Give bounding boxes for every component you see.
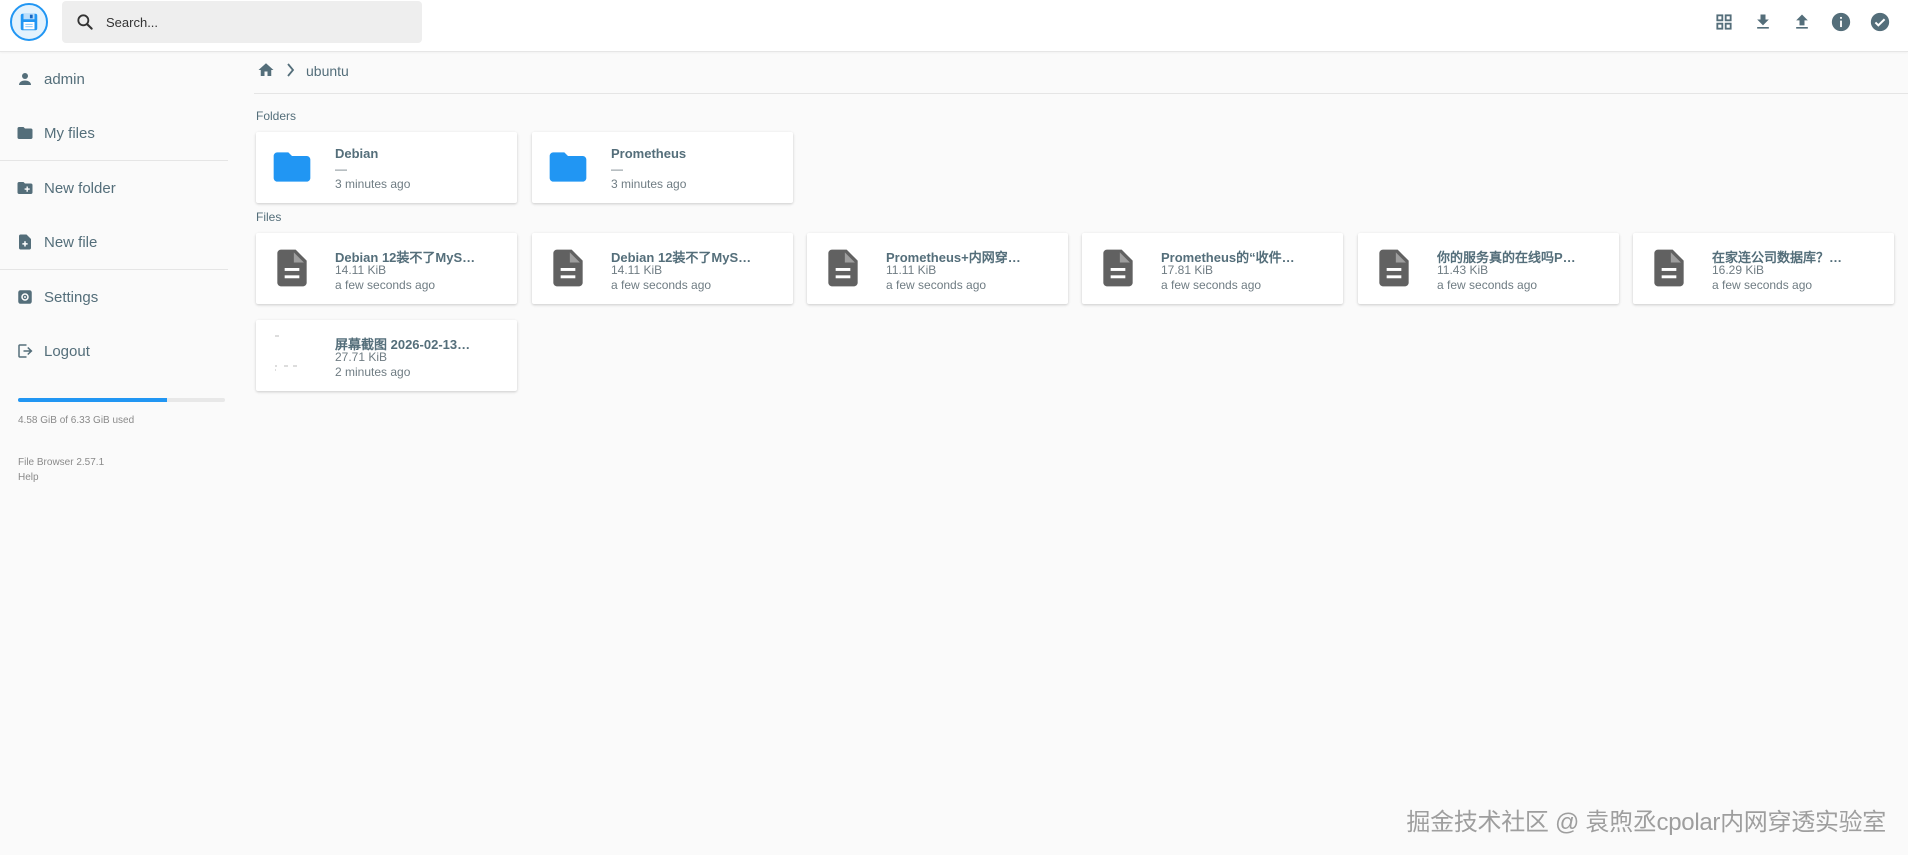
file-size: 16.29 KiB: [1712, 263, 1765, 277]
file-size: 11.43 KiB: [1437, 263, 1489, 277]
sidebar-item-label: New file: [44, 233, 98, 251]
file-card[interactable]: Debian 12装不了MyS… 14.11 KiB a few seconds…: [532, 233, 793, 304]
file-icon: [267, 243, 317, 293]
sidebar: admin My files New folder New file Setti…: [0, 52, 240, 485]
download-icon: [1757, 14, 1769, 29]
quota-text: 4.58 GiB of 6.33 GiB used: [18, 415, 135, 426]
check-circle-icon: [1870, 12, 1890, 32]
file-modified: a few seconds ago: [1712, 278, 1813, 292]
file-card[interactable]: Debian 12装不了MyS… 14.11 KiB a few seconds…: [256, 233, 517, 304]
grid-icon: [1716, 14, 1732, 30]
watermark-text: 掘金技术社区 @ 袁煦丞cpolar内网穿透实验室: [1406, 809, 1886, 836]
search-input[interactable]: [106, 14, 406, 30]
file-icon: [543, 243, 593, 293]
file-modified: a few seconds ago: [1161, 278, 1262, 292]
file-icon: [818, 243, 868, 293]
file-icon: [1093, 243, 1143, 293]
quota-progress-fill: [18, 398, 168, 402]
header: [0, 0, 1908, 52]
file-size: 11.11 KiB: [886, 263, 937, 277]
folder-icon: [543, 142, 593, 192]
file-modified: a few seconds ago: [886, 278, 987, 292]
sidebar-item-my-files[interactable]: My files: [0, 106, 240, 160]
version-text: File Browser 2.57.1: [18, 457, 105, 468]
folder-modified: 3 minutes ago: [611, 177, 687, 191]
sidebar-item-label: Logout: [44, 342, 90, 360]
folder-size: —: [611, 162, 623, 176]
file-card[interactable]: 屏幕截图 2026-02-13… 27.71 KiB 2 minutes ago: [256, 320, 517, 391]
file-size: 14.11 KiB: [611, 263, 663, 277]
file-size: 27.71 KiB: [335, 350, 388, 364]
folder-modified: 3 minutes ago: [335, 177, 411, 191]
sidebar-item-label: My files: [44, 124, 95, 142]
sidebar-item-new-folder[interactable]: New folder: [0, 161, 240, 215]
sidebar-item-label: New folder: [44, 179, 116, 197]
help-link[interactable]: Help: [18, 470, 240, 485]
floppy-disk-icon: [20, 13, 38, 31]
sidebar-item-label: admin: [44, 70, 85, 88]
view-mode-button[interactable]: [1712, 10, 1736, 34]
upload-button[interactable]: [1790, 10, 1814, 34]
folder-name: Prometheus: [611, 146, 687, 161]
settings-icon: [15, 287, 35, 307]
folder-icon: [15, 123, 35, 143]
folder-size: —: [335, 162, 347, 176]
home-icon[interactable]: [256, 61, 276, 82]
app-logo[interactable]: [10, 3, 48, 41]
person-icon: [15, 69, 35, 89]
storage-quota: 4.58 GiB of 6.33 GiB used: [18, 398, 225, 426]
logout-icon: [15, 341, 35, 361]
credits: File Browser 2.57.1 Help: [18, 455, 240, 485]
file-icon: [1644, 243, 1694, 293]
file-card[interactable]: 在家连公司数据库？… 16.29 KiB a few seconds ago: [1633, 233, 1894, 304]
sidebar-item-settings[interactable]: Settings: [0, 270, 240, 324]
header-actions: [1712, 10, 1892, 34]
sidebar-item-logout[interactable]: Logout: [0, 324, 240, 378]
note-add-icon: [15, 232, 35, 252]
file-card[interactable]: Prometheus的“收件… 17.81 KiB a few seconds …: [1082, 233, 1343, 304]
sidebar-item-label: Settings: [44, 288, 99, 306]
file-modified: 2 minutes ago: [335, 365, 411, 379]
search-icon: [77, 14, 93, 30]
files-section-title: Files: [256, 210, 282, 224]
folders-section-title: Folders: [256, 109, 297, 123]
info-button[interactable]: [1829, 10, 1853, 34]
chevron-right-icon: [286, 62, 296, 80]
file-modified: a few seconds ago: [611, 278, 712, 292]
info-icon: [1831, 12, 1851, 32]
sidebar-item-new-file[interactable]: New file: [0, 215, 240, 269]
download-button[interactable]: [1751, 10, 1775, 34]
file-modified: a few seconds ago: [1437, 278, 1538, 292]
folder-name: Debian: [335, 146, 379, 161]
breadcrumb-divider: [254, 93, 1908, 94]
file-modified: a few seconds ago: [335, 278, 436, 292]
search-bar[interactable]: [62, 1, 422, 43]
file-size: 14.11 KiB: [335, 263, 387, 277]
folder-card[interactable]: Debian — 3 minutes ago: [256, 132, 517, 203]
breadcrumb: ubuntu: [256, 58, 349, 84]
quota-progress-bar: [18, 398, 225, 402]
file-icon: [1369, 243, 1419, 293]
file-size: 17.81 KiB: [1161, 263, 1214, 277]
upload-icon: [1796, 14, 1808, 29]
sidebar-item-user[interactable]: admin: [0, 52, 240, 106]
folder-icon: [267, 142, 317, 192]
file-card[interactable]: 你的服务真的在线吗P… 11.43 KiB a few seconds ago: [1358, 233, 1619, 304]
image-thumbnail: [267, 330, 317, 380]
create-new-folder-icon: [15, 178, 35, 198]
folder-card[interactable]: Prometheus — 3 minutes ago: [532, 132, 793, 203]
select-button[interactable]: [1868, 10, 1892, 34]
breadcrumb-current[interactable]: ubuntu: [306, 63, 349, 79]
file-card[interactable]: Prometheus+内网穿… 11.11 KiB a few seconds …: [807, 233, 1068, 304]
